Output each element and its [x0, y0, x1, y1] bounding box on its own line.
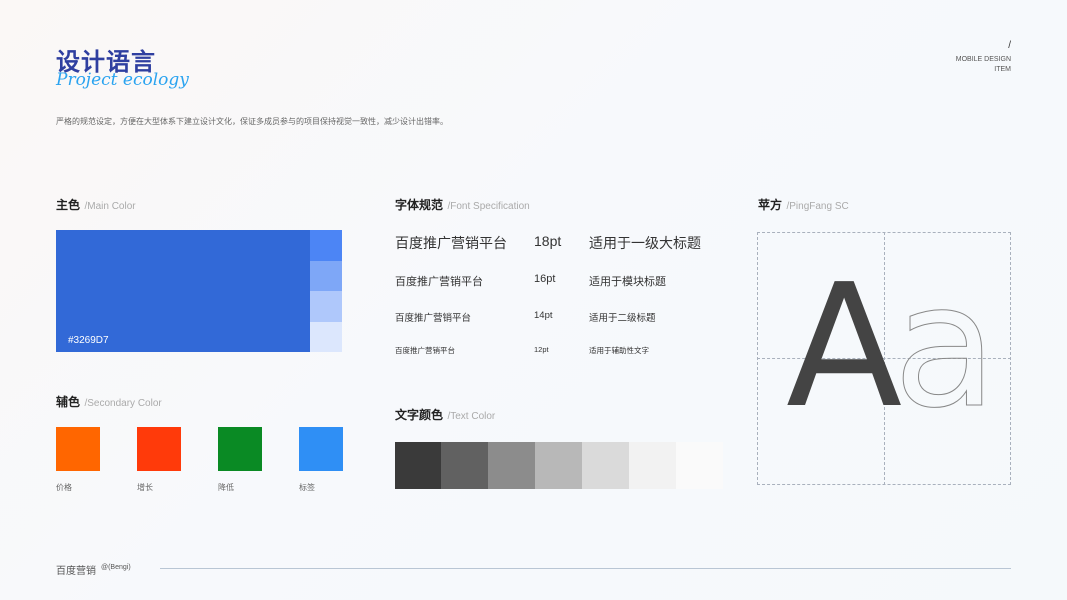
glyph-lowercase-a: a: [892, 248, 998, 446]
font-usage: 适用于模块标题: [589, 276, 666, 288]
text-color-swatch-5: [582, 442, 629, 489]
page-description: 严格的规范设定，方便在大型体系下建立设计文化，保证多成员参与的项目保持视觉一致性…: [56, 117, 448, 126]
font-sample: 百度推广营销平台: [395, 235, 507, 251]
main-color-title: 主色: [56, 198, 81, 212]
secondary-label-growth: 增长: [137, 483, 153, 492]
footer-divider: [160, 568, 1011, 569]
main-shade-2: [310, 260, 342, 291]
text-color-swatch-4: [535, 442, 582, 489]
secondary-swatch-decline: [218, 427, 262, 471]
corner-slash: /: [1008, 40, 1011, 51]
text-color-swatch-2: [441, 442, 488, 489]
secondary-label-decline: 降低: [218, 483, 234, 492]
text-color-swatch-1: [395, 442, 442, 489]
font-usage: 适用于一级大标题: [589, 235, 701, 251]
secondary-color-title: 辅色: [56, 395, 81, 409]
font-sample: 百度推广营销平台: [395, 313, 472, 324]
font-spec-title: 字体规范: [395, 198, 444, 212]
footer-handle: @(Bengi): [101, 564, 131, 571]
footer-brand: 百度营销: [56, 566, 96, 577]
font-size-label: 18pt: [534, 233, 562, 249]
font-spec-heading: 字体规范 /Font Specification: [395, 196, 530, 214]
secondary-swatch-growth: [137, 427, 181, 471]
font-sample: 百度推广营销平台: [395, 346, 455, 355]
secondary-color-heading: 辅色 /Secondary Color: [56, 393, 162, 411]
font-size-label: 14pt: [534, 310, 553, 321]
text-color-title: 文字颜色: [395, 408, 444, 422]
corner-label: MOBILE DESIGN ITEM: [956, 55, 1011, 75]
font-size-label: 16pt: [534, 273, 556, 285]
text-color-swatch-6: [629, 442, 676, 489]
font-size-label: 12pt: [534, 345, 549, 354]
text-color-heading: 文字颜色 /Text Color: [395, 406, 495, 424]
secondary-label-tag: 标签: [299, 483, 315, 492]
secondary-color-subtitle: /Secondary Color: [84, 398, 162, 409]
font-usage: 适用于二级标题: [589, 313, 656, 324]
secondary-label-price: 价格: [56, 483, 72, 492]
glyph-uppercase-a: A: [786, 248, 903, 446]
text-color-swatch-3: [488, 442, 535, 489]
main-color-subtitle: /Main Color: [84, 201, 136, 212]
font-spec-subtitle: /Font Specification: [447, 201, 530, 212]
main-shade-3: [310, 291, 342, 322]
main-color-heading: 主色 /Main Color: [56, 196, 136, 214]
font-usage: 适用于辅助性文字: [589, 346, 649, 355]
corner-label-line2: ITEM: [994, 66, 1011, 73]
secondary-swatch-price: [56, 427, 100, 471]
font-sample: 百度推广营销平台: [395, 276, 483, 288]
text-color-subtitle: /Text Color: [447, 411, 496, 422]
main-shade-4: [310, 321, 342, 352]
corner-label-line1: MOBILE DESIGN: [955, 56, 1011, 63]
font-family-title: 苹方: [758, 198, 783, 212]
main-color-swatch: [56, 230, 310, 352]
font-family-subtitle: /PingFang SC: [786, 201, 849, 212]
secondary-swatch-tag: [299, 427, 343, 471]
page-subtitle: Project ecology: [56, 70, 189, 90]
font-family-heading: 苹方 /PingFang SC: [758, 196, 849, 214]
main-color-hex: #3269D7: [68, 335, 109, 346]
text-color-swatch-7: [676, 442, 723, 489]
main-shade-1: [310, 230, 342, 261]
